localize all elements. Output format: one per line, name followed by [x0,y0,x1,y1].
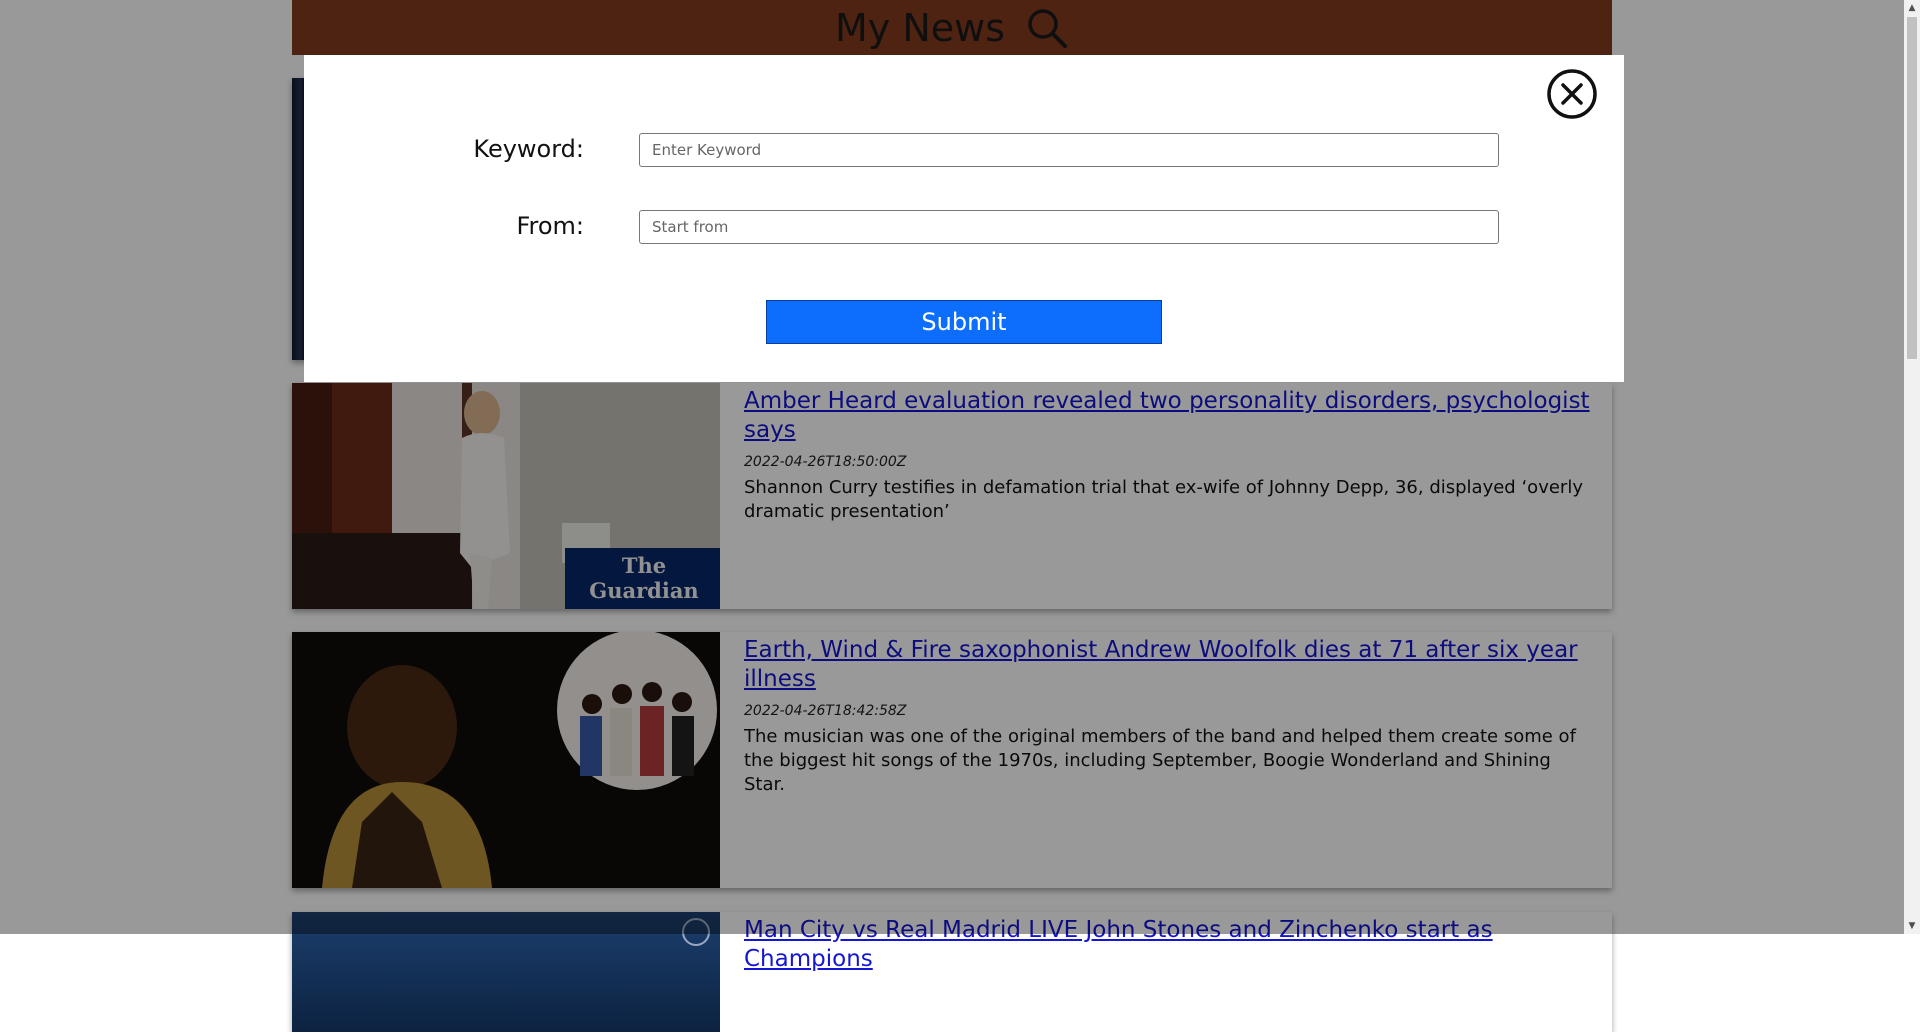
scroll-down-arrow-icon[interactable]: ▼ [1904,918,1920,934]
close-circle-icon[interactable] [1547,69,1597,119]
keyword-label: Keyword: [473,135,584,163]
keyword-row: Keyword: [304,133,1624,171]
from-label: From: [516,212,584,240]
search-modal: Keyword: From: Submit [304,55,1624,382]
from-input[interactable] [639,210,1499,244]
keyword-input[interactable] [639,133,1499,167]
scroll-up-arrow-icon[interactable]: ▲ [1904,0,1920,16]
scrollbar-thumb[interactable] [1907,17,1917,359]
submit-button[interactable]: Submit [766,300,1162,344]
page-scrollbar[interactable]: ▲ ▼ [1904,0,1920,934]
from-row: From: [304,210,1624,248]
